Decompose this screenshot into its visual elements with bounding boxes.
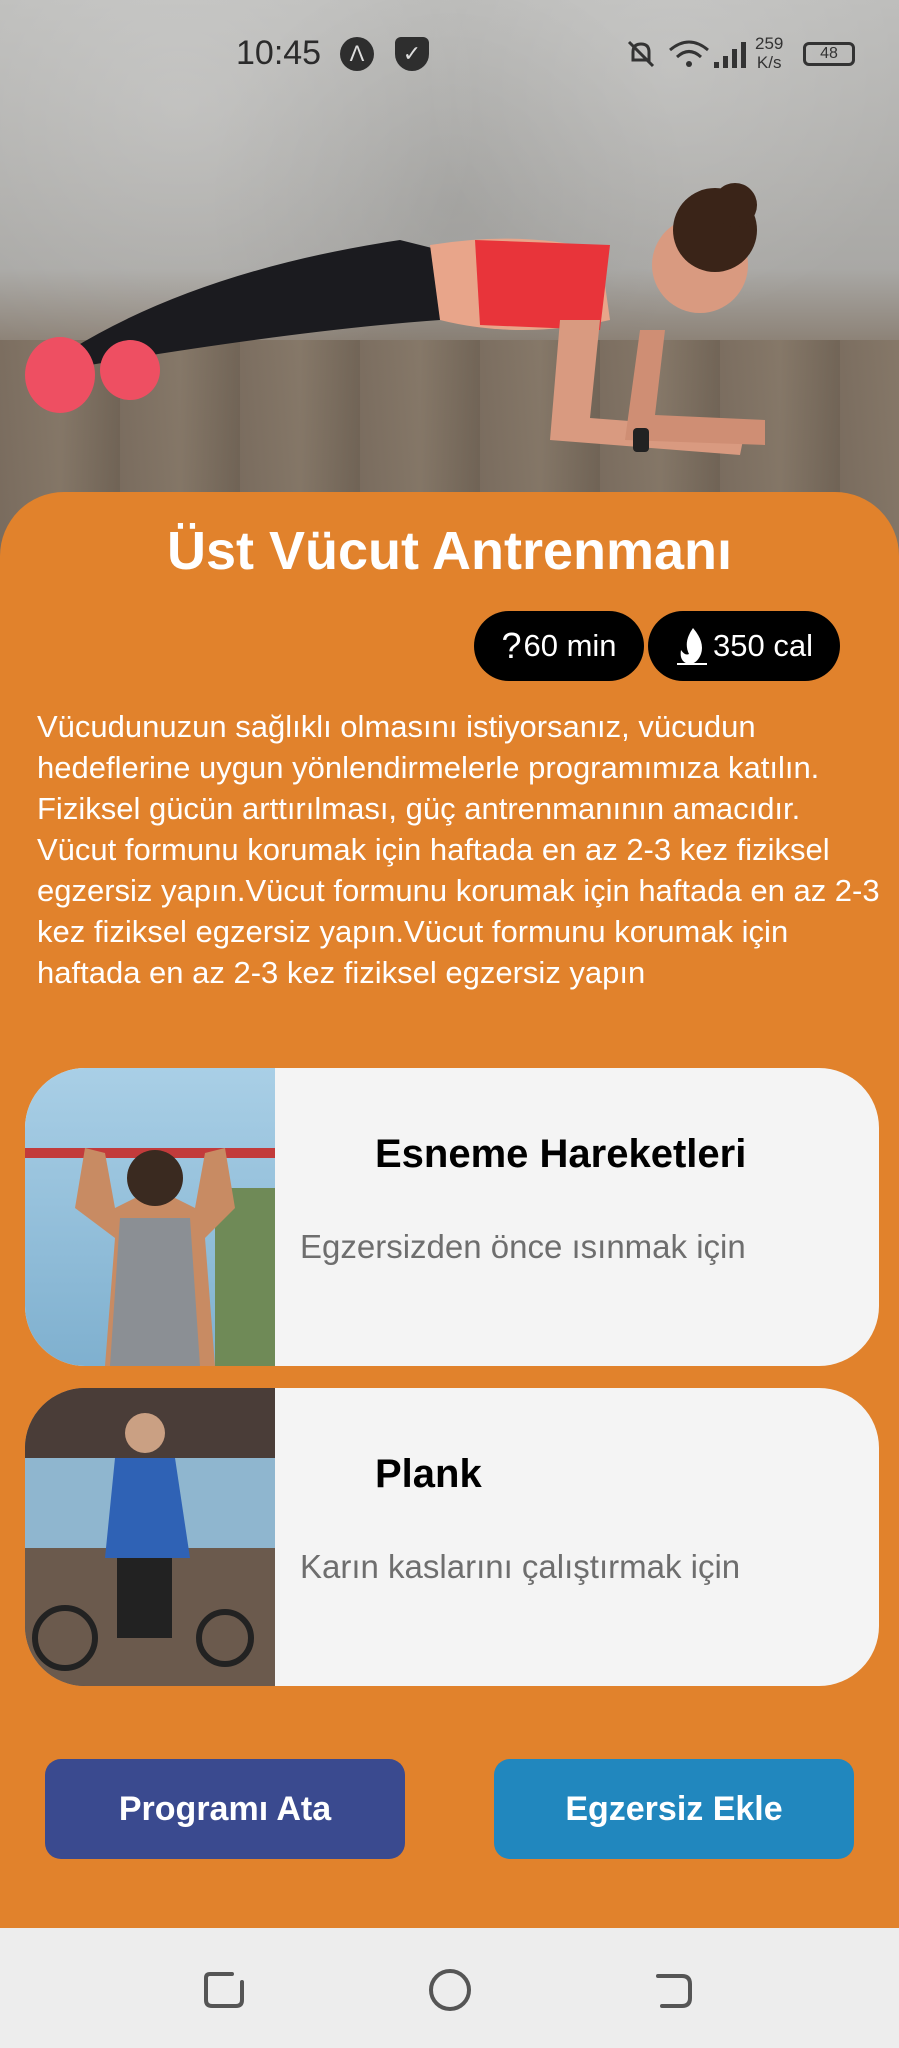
exercise-name: Esneme Hareketleri	[375, 1132, 747, 1176]
duration-badge: ? 60 min	[474, 611, 644, 681]
wifi-icon	[669, 40, 709, 67]
exercise-image-gym	[25, 1388, 275, 1686]
recent-apps-icon[interactable]	[202, 1968, 246, 2012]
flame-icon	[677, 628, 708, 665]
mute-notifications-icon	[627, 40, 655, 68]
signal-icon	[714, 42, 746, 68]
exercise-name: Plank	[375, 1452, 482, 1496]
calories-value: 350 cal	[713, 628, 813, 663]
net-speed: 259 K/s	[755, 34, 783, 72]
exercise-card-plank[interactable]: Plank Karın kaslarını çalıştırmak için	[25, 1388, 879, 1686]
program-title: Üst Vücut Antrenmanı	[166, 521, 733, 581]
shield-icon: ✓	[395, 37, 429, 71]
exercise-subtitle: Karın kaslarını çalıştırmak için	[300, 1548, 741, 1585]
back-icon[interactable]	[652, 1968, 696, 2012]
home-icon[interactable]	[428, 1968, 472, 2012]
calories-badge: 350 cal	[648, 611, 840, 681]
exercise-image-pullup	[25, 1068, 275, 1366]
status-bar: 10:45 Λ ✓ 259 K/s 48	[0, 0, 899, 110]
exercise-card-stretching[interactable]: Esneme Hareketleri Egzersizden önce ısın…	[25, 1068, 879, 1366]
battery-level: 48	[820, 45, 838, 62]
program-description: Vücudunuzun sağlıklı olmasını istiyorsan…	[37, 709, 880, 990]
status-time: 10:45	[236, 34, 322, 72]
duration-value: 60 min	[523, 628, 617, 663]
exercise-subtitle: Egzersizden önce ısınmak için	[300, 1228, 746, 1265]
net-speed-unit: K/s	[756, 53, 782, 72]
battery-icon: 48	[803, 42, 855, 66]
assign-program-button[interactable]: Programı Ata	[45, 1759, 405, 1859]
app-notification-icon: Λ	[340, 37, 374, 71]
net-speed-value: 259	[755, 34, 784, 53]
clock-icon: ?	[501, 625, 522, 666]
add-exercise-button[interactable]: Egzersiz Ekle	[494, 1759, 854, 1859]
system-nav-bar	[0, 1928, 899, 2048]
